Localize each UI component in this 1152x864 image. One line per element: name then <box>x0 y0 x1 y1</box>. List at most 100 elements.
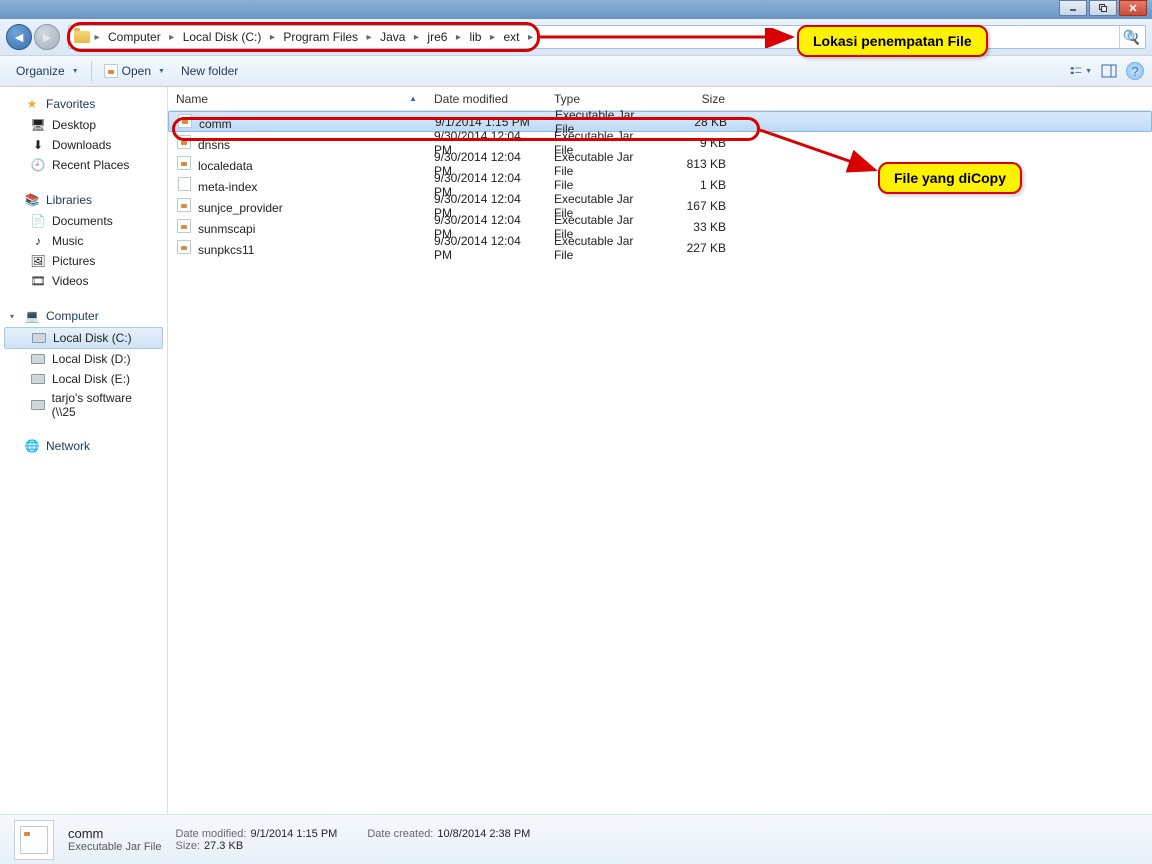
sidebar-item-label: Local Disk (C:) <box>53 331 132 345</box>
breadcrumb-item[interactable]: Computer <box>103 30 166 44</box>
libraries-icon: 📚 <box>24 192 40 208</box>
file-size: 1 KB <box>664 178 734 192</box>
drive-icon <box>31 330 47 346</box>
file-size: 28 KB <box>665 115 735 129</box>
network-drive-icon <box>30 397 46 413</box>
file-name: sunmscapi <box>198 222 255 236</box>
sidebar-item-label: Recent Places <box>52 158 129 172</box>
forward-button[interactable]: ► <box>34 24 60 50</box>
file-name: dnsns <box>198 138 230 152</box>
details-value: 27.3 KB <box>204 840 243 852</box>
column-date[interactable]: Date modified <box>426 87 546 110</box>
navigation-pane: ★Favorites 🖥Desktop ⬇ Downloads 🕘Recent P… <box>0 87 168 814</box>
drive-icon <box>30 351 46 367</box>
sidebar-item-label: Downloads <box>52 138 111 152</box>
file-name: meta-index <box>198 180 257 194</box>
videos-icon: 🎞 <box>30 273 46 289</box>
file-size: 33 KB <box>664 220 734 234</box>
file-size: 9 KB <box>664 136 734 150</box>
file-row[interactable]: sunpkcs119/30/2014 12:04 PMExecutable Ja… <box>168 237 1152 258</box>
details-label: Size: <box>176 840 200 852</box>
chevron-right-icon[interactable]: ▸ <box>486 32 498 43</box>
preview-pane-button[interactable] <box>1098 60 1120 82</box>
network-label: Network <box>46 439 90 453</box>
file-size: 167 KB <box>664 199 734 213</box>
file-size: 813 KB <box>664 157 734 171</box>
sidebar-item-label: tarjo's software (\\25 <box>52 391 157 419</box>
close-button[interactable] <box>1119 0 1147 16</box>
computer-group[interactable]: ▾💻Computer <box>0 305 167 327</box>
sidebar-item-videos[interactable]: 🎞Videos <box>0 271 167 291</box>
desktop-icon: 🖥 <box>30 117 46 133</box>
organize-button[interactable]: Organize <box>8 60 87 82</box>
favorites-group[interactable]: ★Favorites <box>0 93 167 115</box>
column-size[interactable]: Size <box>664 87 734 110</box>
sidebar-item-pictures[interactable]: 🖼Pictures <box>0 251 167 271</box>
details-filetype: Executable Jar File <box>68 841 162 853</box>
sidebar-item-drive-d[interactable]: Local Disk (D:) <box>0 349 167 369</box>
sidebar-item-recent[interactable]: 🕘Recent Places <box>0 155 167 175</box>
file-date: 9/1/2014 1:15 PM <box>427 115 547 129</box>
new-folder-button[interactable]: New folder <box>173 60 246 82</box>
jar-icon <box>176 239 192 255</box>
sidebar-item-drive-c[interactable]: Local Disk (C:) <box>4 327 163 349</box>
column-name[interactable]: Name ▲ <box>168 87 426 110</box>
file-name: sunjce_provider <box>198 201 283 215</box>
jar-icon <box>177 113 193 129</box>
breadcrumb-item[interactable]: Java <box>375 30 410 44</box>
chevron-right-icon[interactable]: ▸ <box>166 32 178 43</box>
breadcrumb-item[interactable]: lib <box>464 30 486 44</box>
open-label: Open <box>122 64 151 78</box>
help-button[interactable]: ? <box>1126 62 1144 80</box>
sidebar-item-label: Local Disk (E:) <box>52 372 130 386</box>
chevron-right-icon[interactable]: ▸ <box>410 32 422 43</box>
sidebar-item-documents[interactable]: 📄Documents <box>0 211 167 231</box>
music-icon: ♪ <box>30 233 46 249</box>
sidebar-item-network-drive[interactable]: tarjo's software (\\25 <box>0 389 167 421</box>
computer-label: Computer <box>46 309 99 323</box>
column-label: Name <box>176 92 208 106</box>
file-date: 9/30/2014 12:04 PM <box>426 234 546 262</box>
chevron-right-icon[interactable]: ▸ <box>266 32 278 43</box>
details-filename: comm <box>68 826 162 841</box>
downloads-icon: ⬇ <box>30 137 46 153</box>
folder-icon <box>73 28 91 46</box>
window-titlebar <box>0 0 1152 19</box>
details-label: Date created: <box>367 828 433 840</box>
breadcrumb-item[interactable]: ext <box>498 30 524 44</box>
chevron-right-icon[interactable]: ▸ <box>91 32 103 43</box>
view-options-button[interactable] <box>1070 60 1092 82</box>
sort-asc-icon: ▲ <box>409 94 417 103</box>
sidebar-item-label: Documents <box>52 214 113 228</box>
minimize-button[interactable] <box>1059 0 1087 16</box>
drive-icon <box>30 371 46 387</box>
jar-icon <box>176 134 192 150</box>
search-icon[interactable]: 🔍 <box>1123 29 1140 46</box>
breadcrumb-item[interactable]: Program Files <box>278 30 363 44</box>
back-button[interactable]: ◄ <box>6 24 32 50</box>
chevron-right-icon[interactable]: ▸ <box>363 32 375 43</box>
computer-icon: 💻 <box>24 308 40 324</box>
breadcrumb-item[interactable]: Local Disk (C:) <box>178 30 267 44</box>
sidebar-item-label: Local Disk (D:) <box>52 352 131 366</box>
sidebar-item-downloads[interactable]: ⬇ Downloads <box>0 135 167 155</box>
file-type-icon <box>14 820 54 860</box>
sidebar-item-music[interactable]: ♪Music <box>0 231 167 251</box>
details-label: Date modified: <box>176 828 247 840</box>
network-group[interactable]: 🌐Network <box>0 435 167 457</box>
file-name: localedata <box>198 159 253 173</box>
sidebar-item-desktop[interactable]: 🖥Desktop <box>0 115 167 135</box>
sidebar-item-drive-e[interactable]: Local Disk (E:) <box>0 369 167 389</box>
file-icon <box>176 176 192 192</box>
maximize-button[interactable] <box>1089 0 1117 16</box>
file-size: 227 KB <box>664 241 734 255</box>
open-button[interactable]: Open <box>96 60 173 82</box>
chevron-right-icon[interactable]: ▸ <box>452 32 464 43</box>
annotation-callout-location: Lokasi penempatan File <box>797 25 988 57</box>
file-type: File <box>546 178 664 192</box>
separator <box>91 61 92 81</box>
breadcrumb-item[interactable]: jre6 <box>422 30 452 44</box>
libraries-group[interactable]: 📚Libraries <box>0 189 167 211</box>
annotation-callout-copyfile: File yang diCopy <box>878 162 1022 194</box>
chevron-right-icon[interactable]: ▸ <box>524 32 536 43</box>
